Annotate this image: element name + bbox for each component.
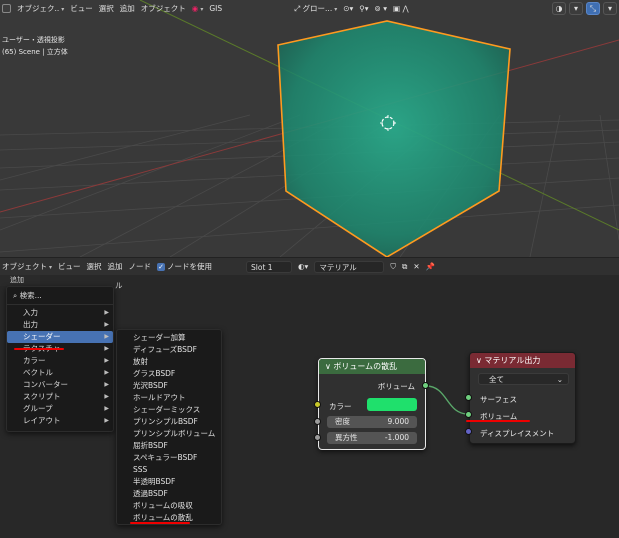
surface-input-label: サーフェス [480,395,518,404]
displacement-input-socket[interactable] [465,428,472,435]
node-links [425,385,469,415]
collapse-icon[interactable]: ∨ [476,356,482,365]
anisotropy-value: -1.000 [384,433,409,442]
anisotropy-input-socket[interactable] [314,434,321,441]
volume-input-socket[interactable] [465,411,472,418]
density-input-socket[interactable] [314,418,321,425]
density-value: 9.000 [387,417,409,426]
color-input-label: カラー [329,402,352,411]
volume-link [425,385,469,415]
material-output-header[interactable]: ∨ マテリアル出力 [470,353,575,368]
color-swatch[interactable] [367,398,417,411]
annotation-underline-volume [466,420,530,422]
volume-output-socket[interactable] [422,382,429,389]
collapse-icon[interactable]: ∨ [325,362,331,371]
volume-scatter-node[interactable]: ∨ ボリュームの散乱 ボリューム カラー 密度 9.000 異方性 -1.000 [318,358,426,450]
displacement-input-label: ディスプレイスメント [480,429,555,438]
chevron-down-icon: ⌄ [556,375,563,384]
color-input-socket[interactable] [314,401,321,408]
target-label: 全て [489,375,504,384]
material-output-node[interactable]: ∨ マテリアル出力 全て ⌄ サーフェス ボリューム ディスプレイスメント [469,352,576,444]
density-label: 密度 [335,417,350,426]
anisotropy-field[interactable]: 異方性 -1.000 [327,432,417,444]
anisotropy-label: 異方性 [335,433,358,442]
volume-scatter-title: ボリュームの散乱 [333,362,398,371]
surface-input-socket[interactable] [465,394,472,401]
volume-scatter-header[interactable]: ∨ ボリュームの散乱 [319,359,425,374]
target-dropdown[interactable]: 全て ⌄ [478,373,569,385]
density-field[interactable]: 密度 9.000 [327,416,417,428]
volume-output-label: ボリューム [377,382,415,391]
material-output-title: マテリアル出力 [484,356,541,365]
